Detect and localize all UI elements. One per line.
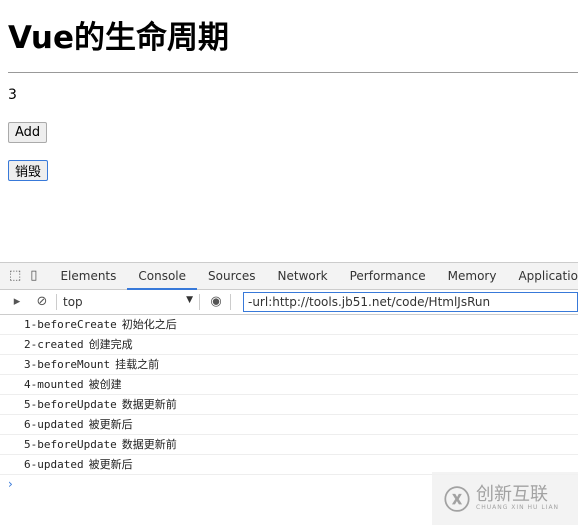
devtools-tabbar: ⬚ ▯ Elements Console Sources Network Perform… (0, 263, 578, 290)
log-message: 初始化之后 (121, 318, 177, 331)
log-message: 被创建 (88, 378, 122, 391)
log-message: 数据更新前 (121, 438, 177, 451)
filter-input[interactable] (243, 292, 578, 312)
console-log-row: 5-beforeUpdate 数据更新前 (0, 395, 578, 415)
sidebar-toggle-icon[interactable]: ▸ (9, 294, 25, 310)
log-message: 数据更新前 (121, 398, 177, 411)
log-message: 被更新后 (88, 458, 133, 471)
tab-network[interactable]: Network (267, 263, 339, 290)
context-select[interactable]: top ▼ (63, 295, 193, 309)
log-hook: 4-mounted (24, 378, 84, 391)
eye-icon[interactable]: ◉ (208, 294, 224, 310)
tab-console[interactable]: Console (127, 263, 198, 290)
log-message: 挂载之前 (115, 358, 160, 371)
log-hook: 1-beforeCreate (24, 318, 117, 331)
console-log-row: 3-beforeMount 挂载之前 (0, 355, 578, 375)
log-hook: 3-beforeMount (24, 358, 111, 371)
divider (8, 72, 578, 73)
tab-memory[interactable]: Memory (437, 263, 508, 290)
log-hook: 6-updated (24, 458, 84, 471)
destroy-button[interactable]: 销毁 (8, 160, 49, 181)
page-title: Vue的生命周期 (8, 20, 229, 56)
dropdown-arrow-icon: ▼ (186, 295, 193, 305)
console-log-row: 5-beforeUpdate 数据更新前 (0, 435, 578, 455)
watermark-logo: ⓧ 创新互联 CHUANG XIN HU LIAN (432, 472, 578, 525)
clear-console-icon[interactable]: ⊘ (34, 294, 50, 310)
tab-application[interactable]: Application (507, 263, 578, 290)
log-hook: 5-beforeUpdate (24, 398, 117, 411)
log-hook: 5-beforeUpdate (24, 438, 117, 451)
device-toggle-icon[interactable]: ▯ (30, 268, 37, 284)
console-log-row: 1-beforeCreate 初始化之后 (0, 315, 578, 335)
log-message: 创建完成 (88, 338, 133, 351)
tab-sources[interactable]: Sources (197, 263, 266, 290)
inspect-element-icon[interactable]: ⬚ (9, 268, 21, 284)
log-hook: 6-updated (24, 418, 84, 431)
divider (199, 294, 200, 310)
tab-elements[interactable]: Elements (49, 263, 127, 290)
divider (56, 294, 57, 310)
console-log-row: 6-updated 被更新后 (0, 415, 578, 435)
add-button[interactable]: Add (8, 122, 48, 143)
tab-performance[interactable]: Performance (339, 263, 437, 290)
context-value: top (63, 295, 83, 309)
console-toolbar: ▸ ⊘ top ▼ ◉ (0, 290, 578, 315)
console-output: 1-beforeCreate 初始化之后 2-created 创建完成 3-before… (0, 315, 578, 475)
counter-value: 3 (8, 87, 17, 103)
log-message: 被更新后 (88, 418, 133, 431)
log-hook: 2-created (24, 338, 84, 351)
console-log-row: 4-mounted 被创建 (0, 375, 578, 395)
logo-icon: ⓧ (444, 486, 471, 516)
console-log-row: 2-created 创建完成 (0, 335, 578, 355)
divider (230, 294, 231, 310)
